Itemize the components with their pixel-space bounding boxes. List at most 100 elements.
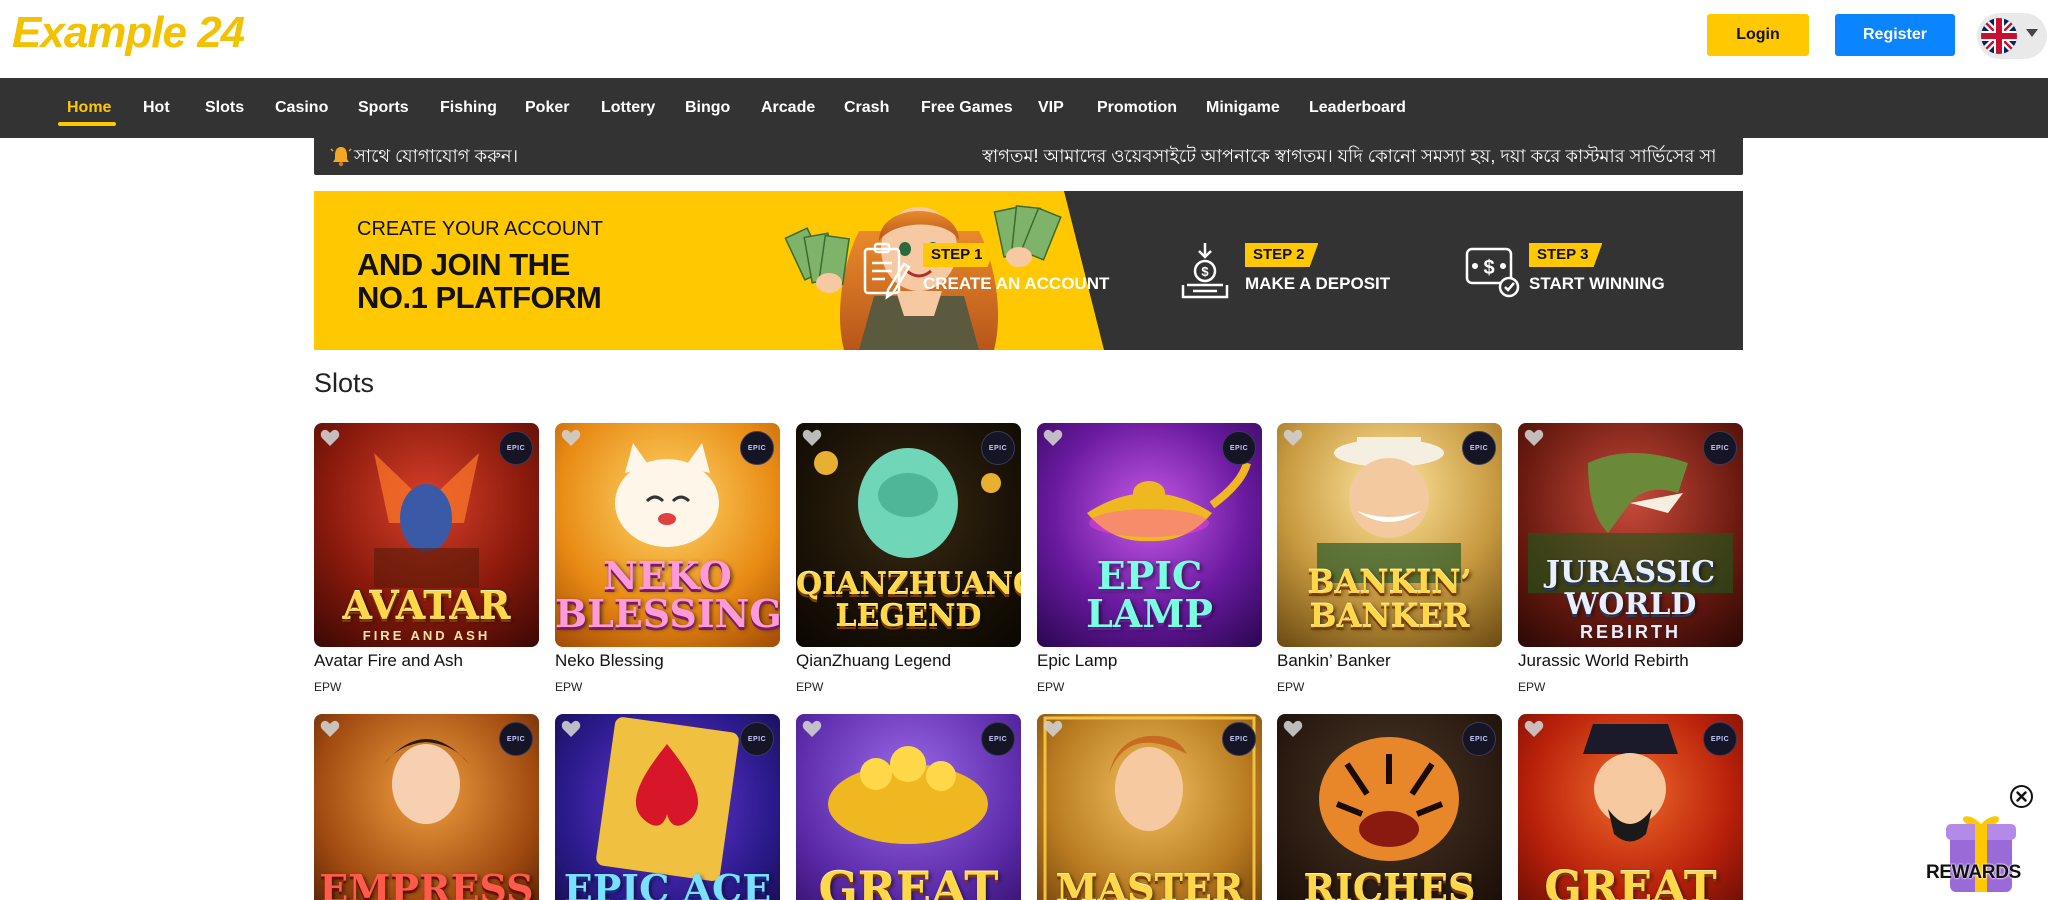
game-card[interactable]: EPIC RICHES <box>1277 714 1502 900</box>
provider-logo-badge: EPIC <box>1222 431 1256 465</box>
game-thumbnail[interactable]: EPIC MASTER <box>1037 714 1262 900</box>
provider-logo-badge: EPIC <box>981 431 1015 465</box>
game-provider: EPW <box>1518 680 1546 694</box>
game-thumbnail[interactable]: EPIC JURASSIC WORLD REBIRTH <box>1518 423 1743 647</box>
game-art-subtitle: FIRE AND ASH <box>362 628 491 643</box>
nav-item-slots[interactable]: Slots <box>205 78 244 138</box>
chevron-down-icon <box>2026 29 2038 37</box>
heart-icon[interactable] <box>1043 429 1063 452</box>
announcement-marquee: সাথে যোগাযোগ করুন। স্বাগতম! আমাদের ওয়েব… <box>314 138 1743 175</box>
banner-character-illustration <box>764 191 1104 350</box>
game-thumbnail[interactable]: EPIC BANKIN’ BANKER <box>1277 423 1502 647</box>
rewards-label: REWARDS <box>1926 862 2022 883</box>
heart-icon[interactable] <box>802 429 822 452</box>
game-thumbnail[interactable]: EPIC QIANZHUANG LEGEND <box>796 423 1021 647</box>
nav-item-poker[interactable]: Poker <box>525 78 569 138</box>
nav-item-casino[interactable]: Casino <box>275 78 328 138</box>
game-thumbnail[interactable]: EPIC EPIC ACE <box>555 714 780 900</box>
game-art-title: BANKIN’ BANKER <box>1307 563 1472 635</box>
heart-icon[interactable] <box>561 429 581 452</box>
nav-item-bingo[interactable]: Bingo <box>685 78 730 138</box>
game-name[interactable]: Avatar Fire and Ash <box>314 651 539 671</box>
game-card[interactable]: EPIC QIANZHUANG LEGEND QianZhuang Legend… <box>796 423 1021 694</box>
nav-item-promotion[interactable]: Promotion <box>1097 78 1177 138</box>
provider-logo-badge: EPIC <box>1703 431 1737 465</box>
game-name[interactable]: Epic Lamp <box>1037 651 1262 671</box>
game-thumbnail[interactable]: EPIC EPIC LAMP <box>1037 423 1262 647</box>
provider-logo-badge: EPIC <box>1222 722 1256 756</box>
heart-icon[interactable] <box>1043 720 1063 743</box>
nav-item-arcade[interactable]: Arcade <box>761 78 815 138</box>
game-card[interactable]: EPIC EMPRESS <box>314 714 539 900</box>
provider-logo-badge: EPIC <box>499 431 533 465</box>
nav-item-sports[interactable]: Sports <box>358 78 409 138</box>
game-card[interactable]: EPIC NEKO BLESSING Neko Blessing EPW <box>555 423 780 694</box>
game-card[interactable]: EPIC MASTER <box>1037 714 1262 900</box>
step-2-label: MAKE A DEPOSIT <box>1245 274 1391 293</box>
step-1-badge: STEP 1 <box>923 243 997 267</box>
game-art-title: JURASSIC WORLD <box>1545 555 1716 622</box>
game-provider: EPW <box>555 680 583 694</box>
game-name[interactable]: QianZhuang Legend <box>796 651 1021 671</box>
game-card[interactable]: EPIC GREAT <box>1518 714 1743 900</box>
game-card[interactable]: EPIC EPIC ACE <box>555 714 780 900</box>
nav-item-lottery[interactable]: Lottery <box>601 78 655 138</box>
svg-text:$: $ <box>1483 257 1494 279</box>
site-logo[interactable]: Example 24 <box>12 8 245 58</box>
dollar-screen-icon: $ <box>1463 241 1523 306</box>
game-thumbnail[interactable]: EPIC NEKO BLESSING <box>555 423 780 647</box>
heart-icon[interactable] <box>320 720 340 743</box>
game-card[interactable]: EPIC AVATAR FIRE AND ASH Avatar Fire and… <box>314 423 539 694</box>
game-provider: EPW <box>796 680 824 694</box>
register-button[interactable]: Register <box>1835 14 1955 56</box>
nav-item-vip[interactable]: VIP <box>1038 78 1064 138</box>
clipboard-pen-icon <box>857 241 917 306</box>
game-art-title: EPIC ACE <box>563 866 772 900</box>
game-art-title: NEKO BLESSING <box>555 553 780 636</box>
rewards-widget[interactable]: REWARDS <box>1922 812 2042 900</box>
game-name[interactable]: Bankin’ Banker <box>1277 651 1502 671</box>
game-card[interactable]: EPIC EPIC LAMP Epic Lamp EPW <box>1037 423 1262 694</box>
step-3-badge: STEP 3 <box>1529 243 1603 267</box>
nav-item-free-games[interactable]: Free Games <box>921 78 1013 138</box>
nav-item-crash[interactable]: Crash <box>844 78 889 138</box>
heart-icon[interactable] <box>1524 720 1544 743</box>
step-2-badge: STEP 2 <box>1245 243 1319 267</box>
heart-icon[interactable] <box>1524 429 1544 452</box>
game-name[interactable]: Neko Blessing <box>555 651 780 671</box>
signup-banner[interactable]: CREATE YOUR ACCOUNT AND JOIN THE NO.1 PL… <box>314 191 1743 350</box>
game-thumbnail[interactable]: EPIC EMPRESS <box>314 714 539 900</box>
heart-icon[interactable] <box>802 720 822 743</box>
close-rewards-button[interactable] <box>2010 785 2033 808</box>
game-card[interactable]: EPIC GREAT <box>796 714 1021 900</box>
heart-icon[interactable] <box>1283 720 1303 743</box>
game-thumbnail[interactable]: EPIC GREAT <box>1518 714 1743 900</box>
game-thumbnail[interactable]: EPIC GREAT <box>796 714 1021 900</box>
heart-icon[interactable] <box>320 429 340 452</box>
game-thumbnail[interactable]: EPIC AVATAR FIRE AND ASH <box>314 423 539 647</box>
login-button[interactable]: Login <box>1707 14 1809 56</box>
game-card[interactable]: EPIC BANKIN’ BANKER Bankin’ Banker EPW <box>1277 423 1502 694</box>
game-provider: EPW <box>314 680 342 694</box>
nav-item-home[interactable]: Home <box>67 78 111 138</box>
language-selector[interactable] <box>1977 13 2047 59</box>
game-card[interactable]: EPIC JURASSIC WORLD REBIRTH Jurassic Wor… <box>1518 423 1743 694</box>
game-art-title: QIANZHUANG LEGEND <box>796 567 1021 634</box>
gift-box-icon <box>1946 816 2016 892</box>
game-thumbnail[interactable]: EPIC RICHES <box>1277 714 1502 900</box>
provider-logo-badge: EPIC <box>1462 722 1496 756</box>
game-name[interactable]: Jurassic World Rebirth <box>1518 651 1743 671</box>
heart-icon[interactable] <box>561 720 581 743</box>
provider-logo-badge: EPIC <box>981 722 1015 756</box>
main-nav: Home Hot Slots Casino Sports Fishing Pok… <box>0 78 2048 138</box>
game-art-subtitle: REBIRTH <box>1580 622 1681 642</box>
nav-item-hot[interactable]: Hot <box>143 78 170 138</box>
nav-item-minigame[interactable]: Minigame <box>1206 78 1280 138</box>
heart-icon[interactable] <box>1283 429 1303 452</box>
step-1-label: CREATE AN ACCOUNT <box>923 274 1110 293</box>
nav-item-leaderboard[interactable]: Leaderboard <box>1309 78 1406 138</box>
game-provider: EPW <box>1037 680 1065 694</box>
game-provider: EPW <box>1277 680 1305 694</box>
nav-item-fishing[interactable]: Fishing <box>440 78 497 138</box>
provider-logo-badge: EPIC <box>740 431 774 465</box>
